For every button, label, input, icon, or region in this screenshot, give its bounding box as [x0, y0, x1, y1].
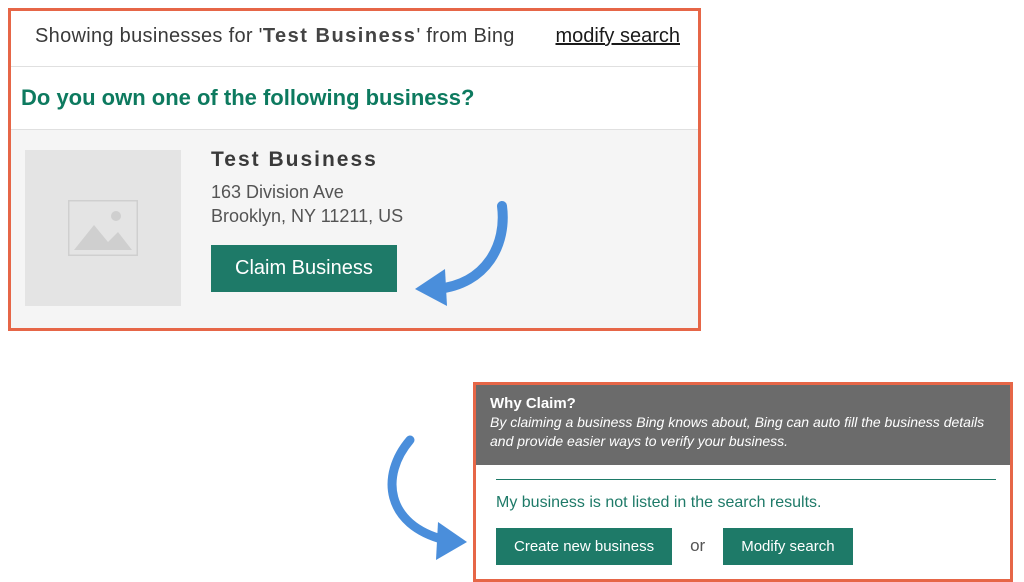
- create-new-business-button[interactable]: Create new business: [496, 528, 672, 565]
- search-query: Test Business: [263, 25, 417, 47]
- or-separator: or: [690, 536, 705, 556]
- why-claim-panel: Why Claim? By claiming a business Bing k…: [473, 382, 1013, 582]
- section-divider: [496, 479, 996, 480]
- address-line-1: 163 Division Ave: [211, 182, 344, 202]
- modify-search-link[interactable]: modify search: [556, 25, 681, 48]
- business-thumbnail-placeholder: [25, 150, 181, 306]
- why-claim-title: Why Claim?: [490, 395, 996, 412]
- showing-prefix: Showing businesses for ': [35, 25, 263, 47]
- business-result-row: Test Business 163 Division Ave Brooklyn,…: [11, 130, 698, 328]
- ownership-question: Do you own one of the following business…: [11, 67, 698, 130]
- address-line-2: Brooklyn, NY 11211, US: [211, 206, 403, 226]
- not-listed-text: My business is not listed in the search …: [496, 494, 996, 512]
- image-placeholder-icon: [68, 200, 138, 256]
- not-listed-section: My business is not listed in the search …: [476, 465, 1010, 579]
- why-claim-description: By claiming a business Bing knows about,…: [490, 413, 996, 451]
- action-button-row: Create new business or Modify search: [496, 528, 996, 565]
- why-claim-box: Why Claim? By claiming a business Bing k…: [476, 385, 1010, 465]
- modify-search-button[interactable]: Modify search: [723, 528, 852, 565]
- claim-business-button[interactable]: Claim Business: [211, 245, 397, 292]
- business-info: Test Business 163 Division Ave Brooklyn,…: [211, 146, 403, 306]
- showing-results-text: Showing businesses for 'Test Business' f…: [35, 25, 515, 48]
- annotation-arrow-claim: [407, 194, 517, 314]
- showing-suffix: ' from Bing: [416, 25, 514, 47]
- business-address: 163 Division Ave Brooklyn, NY 11211, US: [211, 180, 403, 229]
- results-header: Showing businesses for 'Test Business' f…: [11, 11, 698, 67]
- annotation-arrow-create: [370, 430, 480, 560]
- business-name: Test Business: [211, 148, 403, 172]
- search-results-panel: Showing businesses for 'Test Business' f…: [8, 8, 701, 331]
